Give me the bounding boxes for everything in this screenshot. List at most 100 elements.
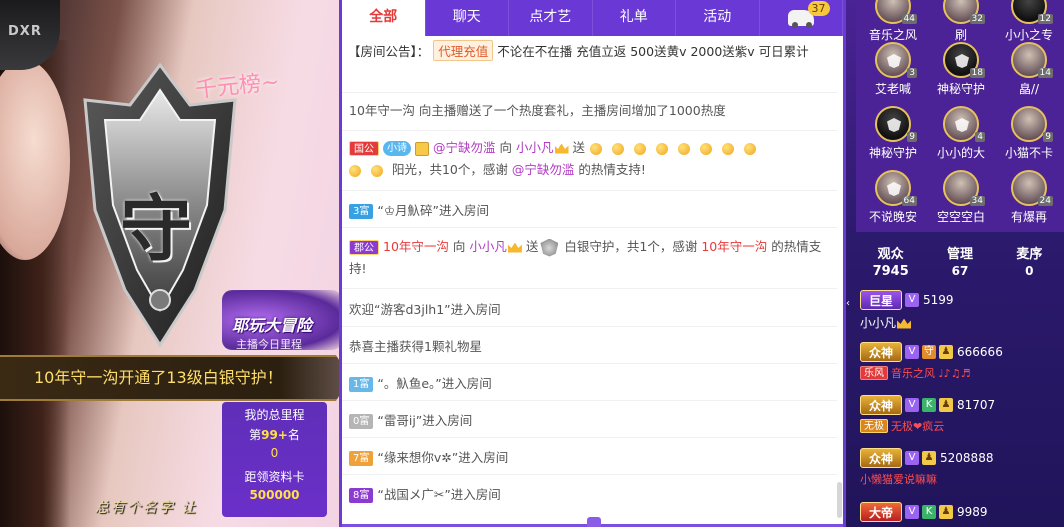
vip-icon: V <box>905 345 920 359</box>
guard-name: 有爆再 <box>1010 210 1047 224</box>
user-nick[interactable]: @宁缺勿滥 <box>433 140 496 155</box>
chat-panel: 全部 聊天 点才艺 礼单 活动 37 【房间公告】： 代理充值 不论在不在播 充值立… <box>339 0 846 527</box>
rank-badge: 巨星 <box>860 290 903 310</box>
viewer-name: 小懒猫爱说嘛嘛 <box>860 473 937 486</box>
divider <box>342 92 837 93</box>
adventure-title: 耶玩大冒险 <box>232 316 313 335</box>
card-label: 距领资料卡 <box>244 470 305 484</box>
guard-item[interactable]: 32 刷 <box>928 0 994 43</box>
chat-message-gift: 郡公 10年守一沟 向 小小凡 送 白银守护，共1个，感谢 10年守一沟 的热情支… <box>349 236 827 280</box>
sun-icon <box>700 142 713 155</box>
viewer-name: 无极 无极❤疯云 <box>860 418 1064 434</box>
guard-item[interactable]: 18 神秘守护 <box>928 42 994 97</box>
target-nick[interactable]: 小小凡 <box>469 239 507 254</box>
viewer-row[interactable]: 众神 V K ♟ 81707 无极 无极❤疯云 <box>860 395 1064 434</box>
level-badge: 44 <box>901 14 917 24</box>
tab-chat[interactable]: 聊天 <box>426 0 509 36</box>
video-stream[interactable]: DXR 千元榜~ 守 耶玩大冒险 主播今日里程 我的总里程 第99+名 0 距领… <box>0 0 340 527</box>
guard-item[interactable]: 9 小猫不卡 <box>996 106 1062 161</box>
wealth-badge: 7富 <box>349 451 374 466</box>
tab-activity[interactable]: 活动 <box>676 0 760 36</box>
guard-item[interactable]: 34 空空空白 <box>928 170 994 225</box>
shield-character: 守 <box>120 187 193 271</box>
vip-icon: V <box>905 398 920 412</box>
chat-message: 10年守一沟 向主播赠送了一个热度套礼，主播房间增加了1000热度 <box>349 103 726 118</box>
target-nick[interactable]: 小小凡 <box>516 140 554 155</box>
tab-all[interactable]: 全部 <box>342 0 426 36</box>
chat-message-enter: 7富 “缘来想你v✲”进入房间 <box>349 447 827 469</box>
room-stats: 观众 7945 管理 67 麦序 0 <box>856 237 1064 283</box>
mileage-panel[interactable]: 我的总里程 第99+名 0 距领资料卡 500000 <box>222 402 327 517</box>
viewer-row[interactable]: 大帝 V K ♟ 9989 <box>860 502 1064 522</box>
car-count-badge: 37 <box>807 1 830 16</box>
guard-name: 皛// <box>1018 82 1040 96</box>
user-icon: ♟ <box>939 345 954 359</box>
wealth-badge: 3富 <box>349 204 374 219</box>
guard-item[interactable]: 24 有爆再 <box>996 170 1062 225</box>
chat-message: 恭喜主播获得1颗礼物星 <box>349 339 482 354</box>
stat-viewers[interactable]: 观众 7945 <box>856 237 925 283</box>
guard-item[interactable]: 12 小小之专 <box>996 0 1062 43</box>
viewer-score: 81707 <box>957 398 996 412</box>
guard-item[interactable]: 64 不说晚安 <box>860 170 926 225</box>
tab-talent[interactable]: 点才艺 <box>509 0 593 36</box>
text-to: 向 <box>499 140 513 155</box>
vip-icon: V <box>905 451 920 465</box>
fan-heart-badge: 小诗 <box>383 141 411 156</box>
viewer-row[interactable]: 众神 V 守 ♟ 666666 乐风 音乐之风 ♩♪♫♬ <box>860 342 1064 381</box>
divider <box>342 326 837 327</box>
guard-item[interactable]: 9 神秘守护 <box>860 106 926 161</box>
avatar: 24 <box>1011 170 1053 206</box>
divider <box>342 288 837 289</box>
divider <box>342 190 837 191</box>
collapse-arrow-icon[interactable]: ‹ <box>846 292 854 316</box>
level-badge: 9 <box>1043 132 1053 142</box>
tab-gift-list[interactable]: 礼单 <box>593 0 676 36</box>
viewer-row[interactable]: 众神 V ♟ 5208888 小懒猫爱说嘛嘛 <box>860 448 1064 487</box>
chat-scrollbar-thumb[interactable] <box>837 482 842 518</box>
resize-handle[interactable] <box>587 517 601 527</box>
user-nick[interactable]: 10年守一沟 <box>701 239 767 254</box>
level-badge: 34 <box>969 196 985 206</box>
sun-icon <box>722 142 735 155</box>
guard-item[interactable]: 3 艾老喊 <box>860 42 926 97</box>
user-icon: ♟ <box>939 398 954 412</box>
guard-icon <box>955 54 969 68</box>
guard-name: 神秘守护 <box>868 146 917 160</box>
viewer-row[interactable]: 巨星 V 5199 小小凡 <box>860 290 1064 331</box>
enter-text: “。魞鱼e。”进入房间 <box>377 376 492 391</box>
enter-text: “雷哥ij”进入房间 <box>377 413 473 428</box>
stat-mic-queue[interactable]: 麦序 0 <box>995 237 1064 283</box>
user-nick[interactable]: 10年守一沟 <box>383 239 449 254</box>
mileage-label: 我的总里程 <box>244 408 305 422</box>
viewer-score: 5208888 <box>940 451 994 465</box>
text-to: 向 <box>452 239 466 254</box>
stat-value: 67 <box>951 264 969 278</box>
tab-car[interactable]: 37 <box>760 0 843 36</box>
guard-list: 44 音乐之风 32 刷 12 小小之专 3 艾老喊 18 神秘守护 14 皛/… <box>856 0 1064 232</box>
text-send: 送 <box>525 239 539 254</box>
stat-admins[interactable]: 管理 67 <box>925 237 994 283</box>
rank-badge: 大帝 <box>860 502 903 522</box>
level-badge: 14 <box>1037 68 1053 78</box>
notice-tag[interactable]: 代理充值 <box>433 40 494 61</box>
crown-icon <box>554 143 569 154</box>
user-nick[interactable]: @宁缺勿滥 <box>512 162 575 177</box>
sun-icon <box>590 142 603 155</box>
guard-name: 小小之专 <box>1004 28 1053 42</box>
viewer-score: 5199 <box>923 293 954 307</box>
guard-name: 刷 <box>954 28 967 42</box>
adventure-badge[interactable]: 耶玩大冒险 主播今日里程 <box>222 290 340 351</box>
guard-item[interactable]: 44 音乐之风 <box>860 0 926 43</box>
guard-name: 小小的大 <box>936 146 985 160</box>
avatar: 14 <box>1011 42 1053 78</box>
guard-item[interactable]: 4 小小的大 <box>928 106 994 161</box>
crown-icon <box>507 242 522 253</box>
mileage-rank: 第99+名 <box>249 428 300 442</box>
guard-item[interactable]: 14 皛// <box>996 42 1062 97</box>
chat-scrollbar[interactable] <box>837 40 843 520</box>
adventure-subtitle: 主播今日里程 <box>236 338 302 351</box>
guard-name: 音乐之风 <box>868 28 917 42</box>
sun-icon <box>371 164 383 177</box>
avatar: 34 <box>943 170 985 206</box>
